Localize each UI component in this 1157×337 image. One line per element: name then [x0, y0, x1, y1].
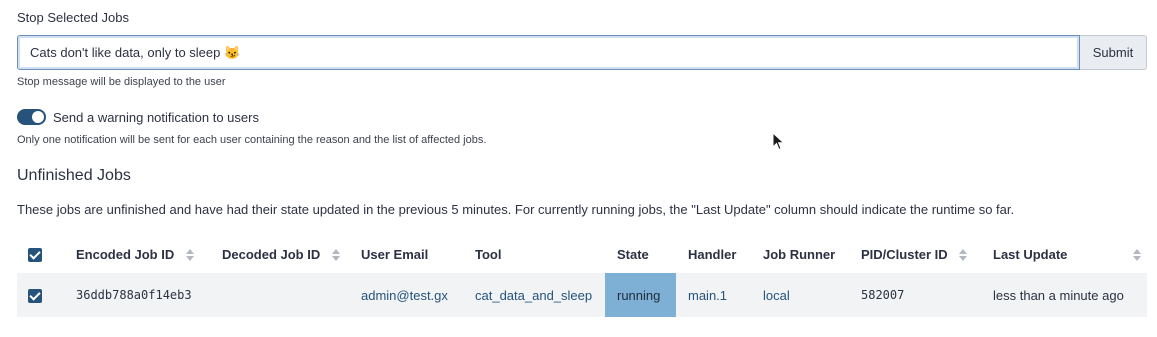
- header-pid-label: PID/Cluster ID: [861, 246, 948, 262]
- cell-decoded-id: [210, 273, 349, 317]
- header-tool: Tool: [475, 246, 502, 262]
- header-encoded-id[interactable]: Encoded Job ID: [64, 235, 210, 273]
- cell-pid: 582007: [861, 288, 905, 302]
- tool-link[interactable]: cat_data_and_sleep: [475, 288, 592, 303]
- cell-user-email: admin@test.gx: [349, 273, 463, 317]
- table-row[interactable]: 36ddb788a0f14eb3 admin@test.gx cat_data_…: [17, 273, 1147, 317]
- sort-icon[interactable]: [1133, 249, 1141, 261]
- state-badge: running: [605, 273, 676, 317]
- header-state: State: [617, 246, 649, 262]
- sort-icon[interactable]: [959, 249, 968, 262]
- header-user-email: User Email: [361, 246, 429, 262]
- row-select-cell: [17, 273, 64, 317]
- row-checkbox[interactable]: [28, 288, 42, 303]
- stop-message-input[interactable]: Cats don't like data, only to sleep 😼: [17, 35, 1080, 70]
- header-last-update[interactable]: Last Update: [981, 235, 1147, 273]
- select-all-header: [17, 235, 64, 273]
- submit-button[interactable]: Submit: [1080, 35, 1147, 70]
- notify-help: Only one notification will be sent for e…: [17, 134, 487, 146]
- header-handler: Handler: [688, 246, 737, 262]
- stop-message-group: Cats don't like data, only to sleep 😼 Su…: [17, 35, 1147, 70]
- header-job-runner: Job Runner: [763, 246, 836, 262]
- header-last-update-label: Last Update: [993, 246, 1068, 262]
- notify-toggle[interactable]: [17, 109, 46, 125]
- unfinished-jobs-table: Encoded Job ID Decoded Job ID User Email…: [17, 235, 1147, 317]
- header-decoded-id-label: Decoded Job ID: [222, 246, 321, 262]
- table-header-row: Encoded Job ID Decoded Job ID User Email…: [17, 235, 1147, 273]
- stop-message-help: Stop message will be displayed to the us…: [17, 76, 226, 88]
- select-all-checkbox[interactable]: [28, 247, 42, 262]
- header-pid[interactable]: PID/Cluster ID: [849, 235, 981, 273]
- user-email-link[interactable]: admin@test.gx: [361, 288, 448, 303]
- mouse-cursor-icon: [772, 132, 785, 151]
- sort-icon[interactable]: [331, 249, 340, 262]
- header-decoded-id[interactable]: Decoded Job ID: [210, 235, 349, 273]
- stop-jobs-label: Stop Selected Jobs: [17, 10, 130, 25]
- section-title: Unfinished Jobs: [17, 167, 131, 184]
- sort-icon[interactable]: [185, 249, 194, 262]
- notify-toggle-label[interactable]: Send a warning notification to users: [53, 110, 259, 125]
- section-description: These jobs are unfinished and have had t…: [17, 202, 1015, 217]
- cell-last-update: less than a minute ago: [993, 287, 1124, 303]
- cell-tool: cat_data_and_sleep: [463, 273, 605, 317]
- handler-link[interactable]: main.1: [688, 288, 727, 303]
- job-runner-link[interactable]: local: [763, 288, 790, 303]
- cell-encoded-id: 36ddb788a0f14eb3: [76, 288, 192, 302]
- cell-handler: main.1: [676, 273, 751, 317]
- header-encoded-id-label: Encoded Job ID: [76, 246, 175, 262]
- cell-job-runner: local: [751, 273, 849, 317]
- toggle-knob: [32, 111, 44, 123]
